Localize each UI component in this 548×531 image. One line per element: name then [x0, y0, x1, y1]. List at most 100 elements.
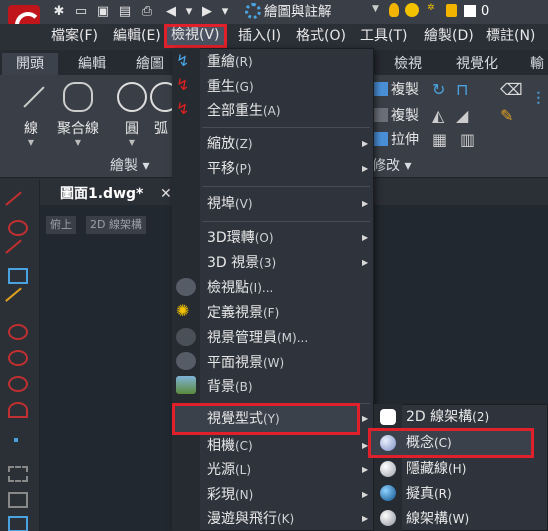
realistic-icon	[380, 485, 396, 501]
menu-tools[interactable]: 工具(T)	[360, 25, 407, 47]
menu-separator	[202, 127, 370, 128]
menu-item-viewports[interactable]: 視埠(V)	[207, 193, 253, 215]
conceptual-icon	[380, 435, 396, 451]
menu-file[interactable]: 檔案(F)	[51, 25, 98, 47]
menu-item-pan[interactable]: 平移(P)	[207, 158, 252, 180]
freeze-icon[interactable]: ✲	[427, 3, 441, 17]
point-tool-icon[interactable]	[14, 438, 18, 442]
background-icon	[176, 376, 196, 394]
scale-icon[interactable]: ▦	[432, 130, 447, 150]
draw-panel-label[interactable]: 繪製 ▾	[110, 156, 149, 176]
menu-item-define-view[interactable]: 定義視景(F)	[207, 302, 279, 324]
menu-item-regen-all[interactable]: 全部重生(A)	[207, 100, 281, 122]
menu-view[interactable]: 檢視(V)	[164, 24, 227, 48]
menu-item-walk-fly[interactable]: 漫遊與飛行(K)	[207, 508, 294, 530]
menu-item-zoom[interactable]: 縮放(Z)	[207, 133, 253, 155]
ellipse-tool-icon[interactable]	[8, 376, 28, 392]
menu-insert[interactable]: 插入(I)	[238, 25, 281, 47]
polyline-button[interactable]: 聚合線 ▼	[56, 80, 100, 150]
line-button[interactable]: 線 ▼	[9, 80, 53, 150]
arc-button[interactable]: 弧	[150, 80, 172, 150]
polygon-tool-icon[interactable]	[8, 268, 28, 284]
menu-dimension[interactable]: 標註(N)	[486, 25, 535, 47]
menu-item-redraw[interactable]: 重繪(R)	[207, 51, 253, 73]
sun-icon[interactable]	[405, 3, 419, 17]
bulb-icon[interactable]	[389, 3, 399, 17]
tab-view[interactable]: 檢視	[394, 53, 422, 75]
menu-item-lights[interactable]: 光源(L)	[207, 459, 251, 481]
save-icon[interactable]: ▣	[94, 2, 112, 22]
circle-tool-icon[interactable]	[8, 324, 28, 340]
layer-name[interactable]: 0	[481, 2, 489, 22]
menu-item-visual-styles[interactable]: 視覺型式(Y)	[207, 408, 280, 430]
menu-edit[interactable]: 編輯(E)	[113, 25, 161, 47]
workspace-selector[interactable]: 繪圖與註解	[264, 2, 332, 22]
open-folder-icon[interactable]: ▭	[72, 2, 90, 22]
submenu-item-realistic[interactable]: 擬真(R)	[406, 483, 452, 505]
mirror-tool-icon[interactable]: ◭	[432, 106, 444, 126]
color-swatch[interactable]	[464, 5, 476, 17]
polyline-tool-icon[interactable]	[8, 220, 28, 236]
stretch-icon	[374, 132, 388, 146]
menu-draw[interactable]: 繪製(D)	[424, 25, 474, 47]
menu-item-background[interactable]: 背景(B)	[207, 376, 253, 398]
hatch-tool-icon[interactable]	[8, 466, 28, 482]
circle-button[interactable]: 圓 ▼	[110, 80, 154, 150]
menu-item-render[interactable]: 彩現(N)	[207, 484, 253, 506]
submenu-item-hidden[interactable]: 隱藏線(H)	[406, 458, 466, 480]
lock-icon[interactable]	[446, 4, 457, 17]
stretch-button[interactable]: 拉伸	[374, 130, 419, 150]
new-file-icon[interactable]: ✱	[50, 2, 68, 22]
document-tab[interactable]: 圖面1.dwg*	[60, 183, 143, 205]
copy-button[interactable]: 複製	[374, 80, 419, 100]
view-manager-icon	[176, 328, 196, 346]
tab-draw[interactable]: 繪圖	[136, 53, 164, 75]
redo-dropdown-icon[interactable]: ▾	[216, 2, 234, 22]
rotate-icon[interactable]: ↻	[432, 80, 445, 100]
save-as-icon[interactable]: ▤	[116, 2, 134, 22]
undo-icon[interactable]: ◀	[162, 2, 180, 22]
erase-icon[interactable]: ⌫	[500, 80, 523, 100]
redo-icon[interactable]: ▶	[198, 2, 216, 22]
menu-item-viewpoint[interactable]: 檢視點(I)...	[207, 277, 273, 299]
explode-icon[interactable]: ✎	[500, 106, 513, 126]
menu-item-plan-view[interactable]: 平面視景(W)	[207, 352, 284, 374]
submenu-item-conceptual[interactable]: 概念(C)	[406, 432, 452, 454]
submenu-item-2d-wireframe[interactable]: 2D 線架構(2)	[406, 406, 489, 428]
wireframe-2d-icon	[380, 409, 396, 425]
fillet-icon[interactable]: ◢	[456, 106, 468, 126]
view-cube-control[interactable]: 俯上	[46, 216, 76, 234]
tab-output[interactable]: 輸	[530, 53, 544, 75]
tab-edit[interactable]: 編輯	[78, 53, 106, 75]
menu-separator	[202, 186, 370, 187]
spline-tool-icon[interactable]	[8, 402, 28, 418]
hidden-icon	[380, 461, 396, 477]
menu-item-view-manager[interactable]: 視景管理員(M)...	[207, 327, 308, 349]
menu-item-regen[interactable]: 重生(G)	[207, 76, 254, 98]
print-icon[interactable]: ⎙	[138, 2, 156, 22]
annotation-icon[interactable]: ⫶	[536, 90, 541, 110]
arc-tool-icon[interactable]	[8, 350, 28, 366]
modify-panel-label[interactable]: 修改 ▾	[372, 156, 411, 176]
submenu-arrow-icon: ▶	[362, 490, 369, 499]
submenu-arrow-icon: ▶	[362, 414, 369, 423]
chevron-down-icon[interactable]: ▼	[372, 4, 379, 14]
visual-style-control[interactable]: 2D 線架構	[86, 216, 146, 234]
menu-item-3d-views[interactable]: 3D 視景(3)	[207, 252, 276, 274]
table-tool-icon[interactable]	[8, 516, 28, 531]
tab-home[interactable]: 開頭	[2, 53, 58, 75]
undo-dropdown-icon[interactable]: ▾	[180, 2, 198, 22]
arc-icon	[150, 82, 172, 112]
regen-all-icon: ↯	[176, 99, 190, 118]
array-icon[interactable]: ▥	[460, 130, 475, 150]
menu-format[interactable]: 格式(O)	[296, 25, 346, 47]
trim-icon[interactable]: ⊓	[456, 80, 468, 100]
plan-view-icon	[176, 352, 196, 370]
close-icon[interactable]: ✕	[160, 183, 172, 205]
menu-item-3d-orbit[interactable]: 3D環轉(O)	[207, 227, 274, 249]
region-tool-icon[interactable]	[8, 492, 28, 508]
tab-visualize[interactable]: 視覺化	[456, 53, 498, 75]
mirror-button[interactable]: 複製	[374, 106, 419, 126]
submenu-item-wireframe[interactable]: 線架構(W)	[406, 508, 469, 530]
menu-item-camera[interactable]: 相機(C)	[207, 435, 253, 457]
